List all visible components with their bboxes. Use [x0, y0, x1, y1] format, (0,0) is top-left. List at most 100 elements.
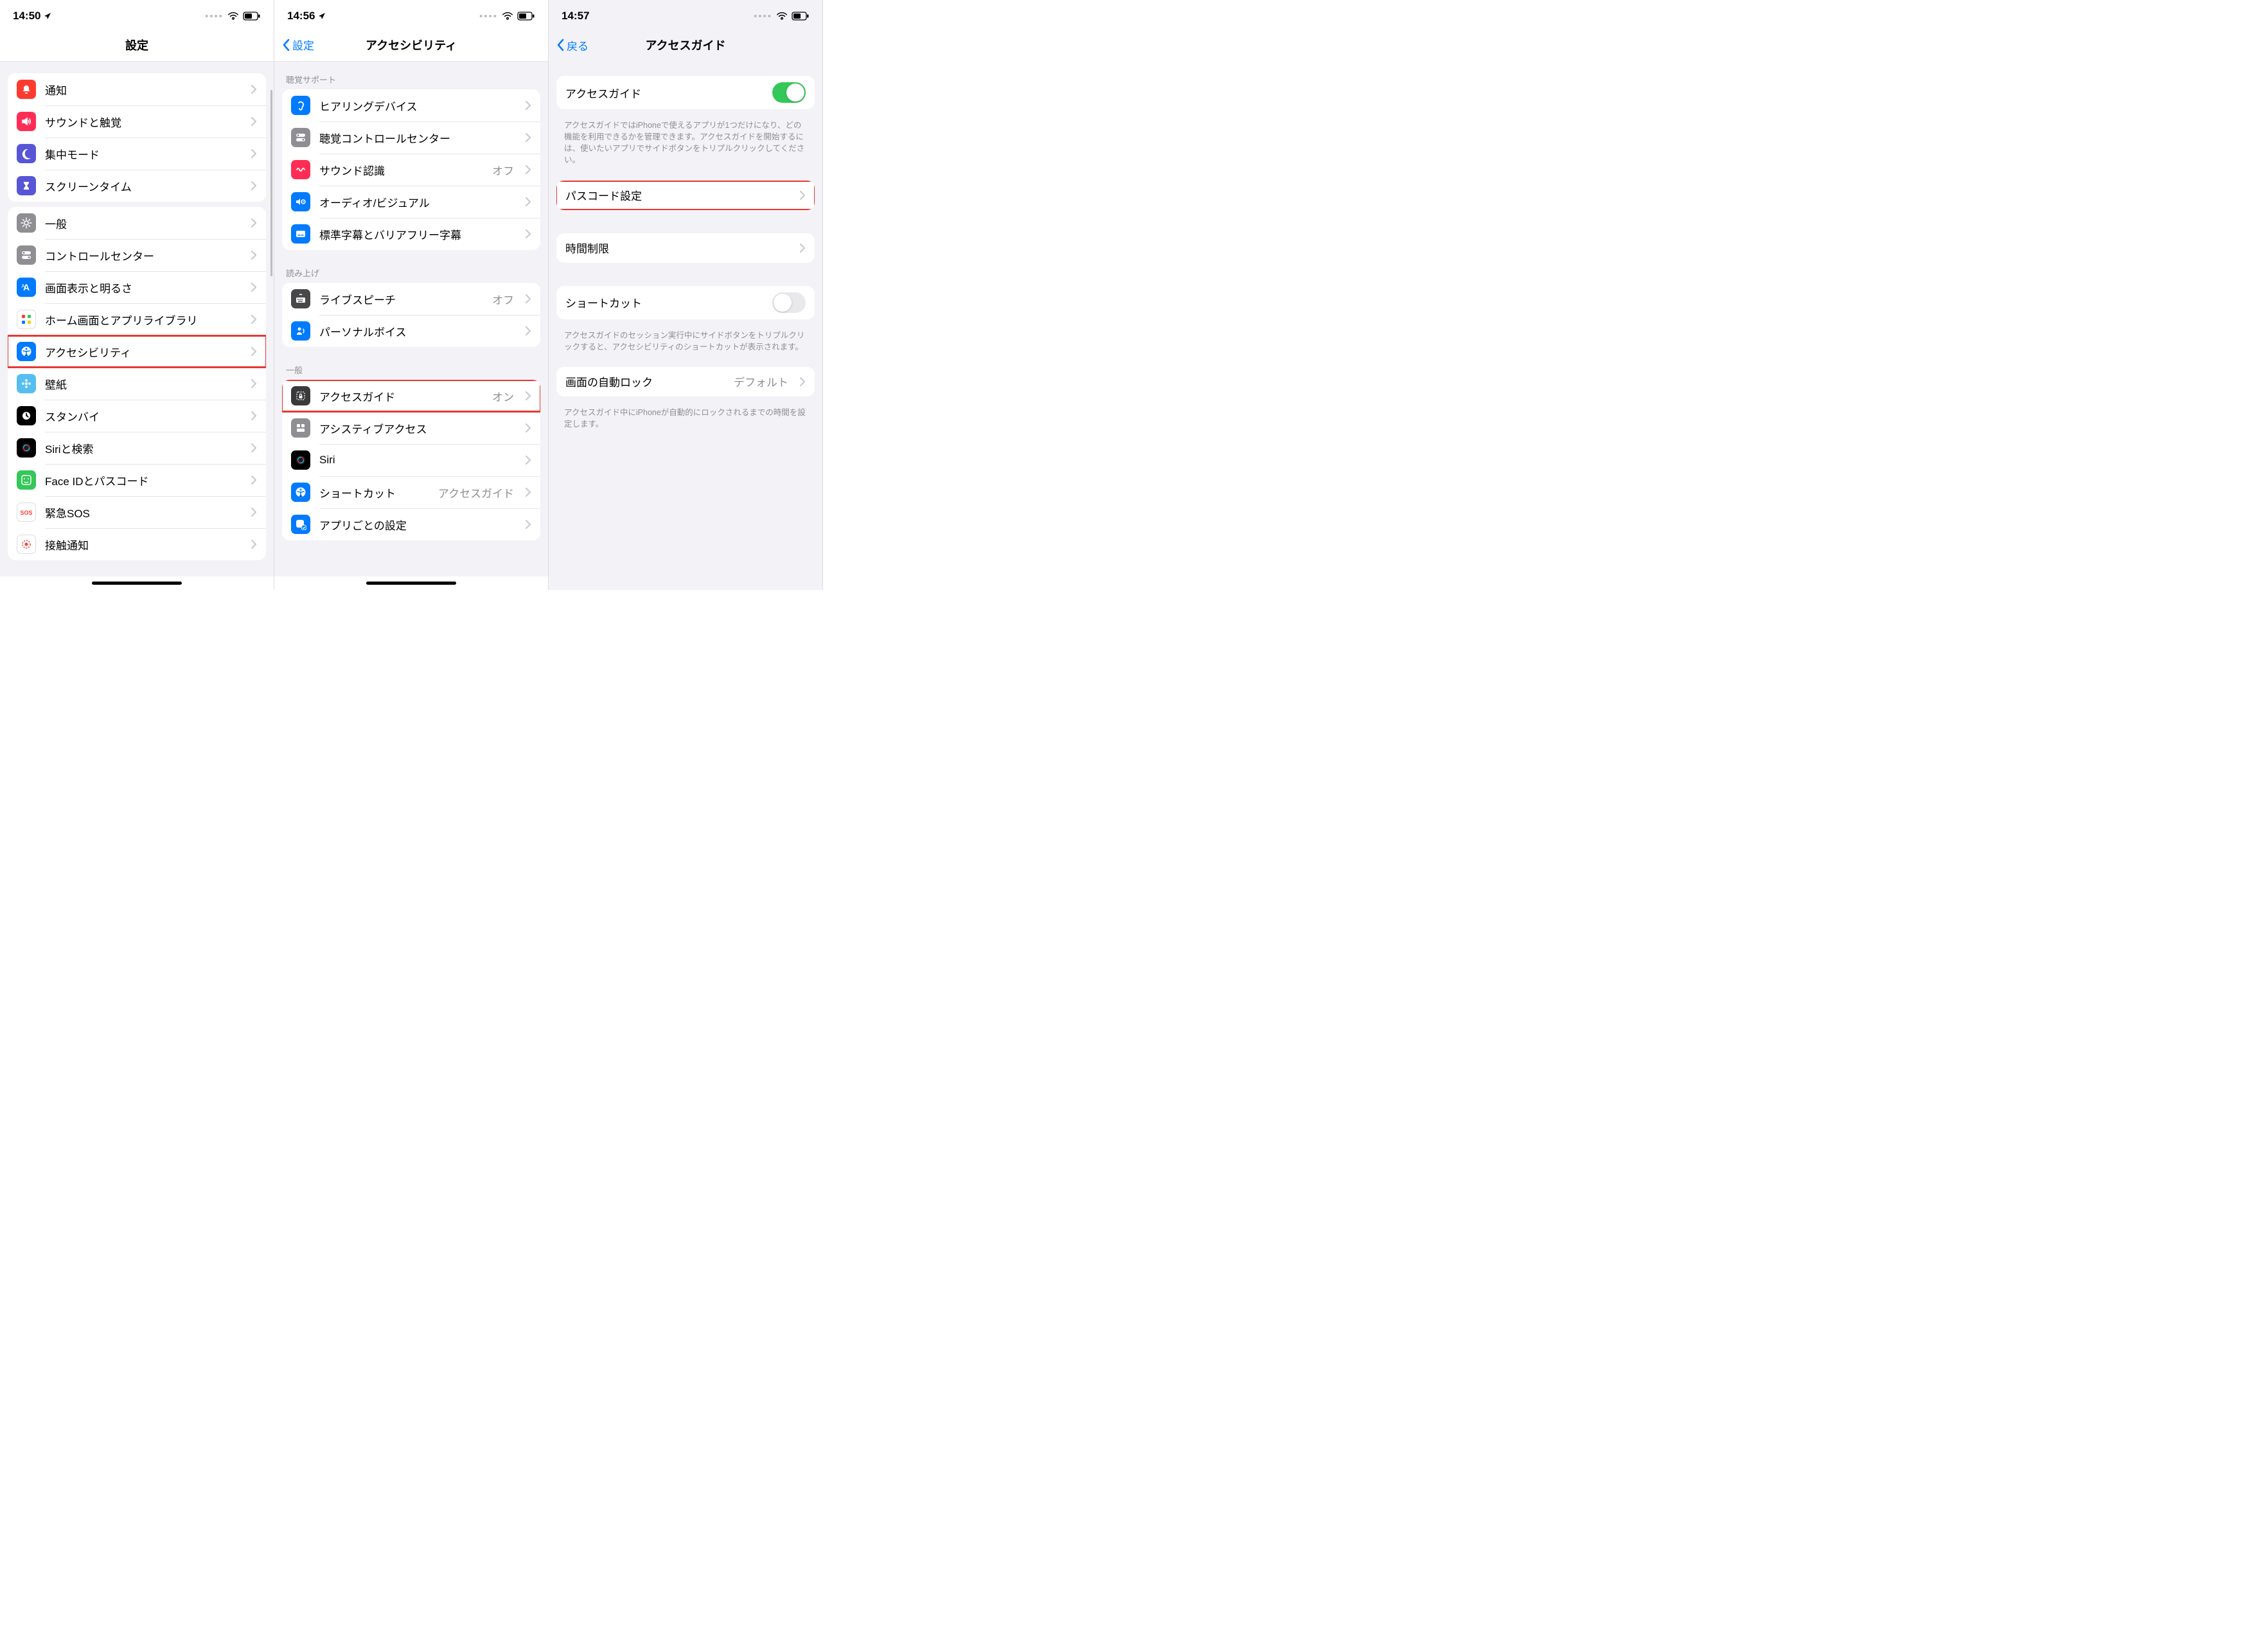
moon-icon — [17, 144, 36, 163]
settings-group: 通知サウンドと触覚集中モードスクリーンタイム — [8, 73, 266, 202]
row-label: アクセシビリティ — [45, 344, 242, 360]
settings-row[interactable]: アクセシビリティ — [8, 335, 266, 368]
row-label: 標準字幕とバリアフリー字幕 — [319, 226, 517, 242]
chevron-right-icon — [526, 229, 531, 238]
chevron-right-icon — [251, 508, 257, 517]
content-scroll[interactable]: 聴覚サポートヒアリングデバイス聴覚コントロールセンターサウンド認識オフオーディオ… — [274, 62, 548, 576]
row-label: ショートカット — [319, 485, 429, 501]
settings-row[interactable]: パーソナルボイス — [282, 315, 540, 347]
row-label: ショートカット — [565, 294, 763, 310]
settings-row[interactable]: ホーム画面とアプリライブラリ — [8, 303, 266, 335]
exposure-icon — [17, 535, 36, 554]
settings-row[interactable]: 標準字幕とバリアフリー字幕 — [282, 218, 540, 250]
settings-row[interactable]: サウンドと触覚 — [8, 105, 266, 138]
row-label: Siriと検索 — [45, 440, 242, 456]
toggle-switch[interactable] — [772, 82, 806, 103]
settings-row[interactable]: 聴覚コントロールセンター — [282, 121, 540, 154]
status-time: 14:50 — [13, 10, 40, 22]
settings-row[interactable]: ショートカットアクセスガイド — [282, 476, 540, 508]
settings-row[interactable]: 通知 — [8, 73, 266, 105]
chevron-right-icon — [800, 191, 806, 200]
page-title: 設定 — [125, 37, 148, 53]
row-label: ライブスピーチ — [319, 291, 483, 307]
home-indicator[interactable] — [92, 582, 182, 585]
settings-row[interactable]: Face IDとパスコード — [8, 464, 266, 496]
row-label: Siri — [319, 454, 517, 467]
settings-group: 一般コントロールセンターAA画面表示と明るさホーム画面とアプリライブラリアクセシ… — [8, 207, 266, 560]
brightness-icon: AA — [17, 278, 36, 297]
wifi-icon — [502, 12, 513, 21]
row-label: 壁紙 — [45, 376, 242, 392]
section-footer: アクセスガイドではiPhoneで使えるアプリが1つだけになり、どの機能を利用でき… — [549, 114, 822, 175]
settings-row[interactable]: ショートカット — [556, 286, 815, 319]
settings-row[interactable]: SOS緊急SOS — [8, 496, 266, 528]
settings-row[interactable]: アシスティブアクセス — [282, 412, 540, 444]
settings-row[interactable]: アプリごとの設定 — [282, 508, 540, 540]
bell-icon — [17, 80, 36, 99]
settings-row[interactable]: コントロールセンター — [8, 239, 266, 271]
back-button[interactable]: 設定 — [282, 37, 314, 53]
chevron-right-icon — [251, 149, 257, 158]
section-header: 一般 — [274, 352, 548, 380]
row-label: パーソナルボイス — [319, 323, 517, 339]
status-time: 14:57 — [562, 10, 589, 22]
chevron-right-icon — [526, 165, 531, 174]
chevron-right-icon — [251, 315, 257, 324]
chevron-right-icon — [526, 294, 531, 303]
settings-row[interactable]: スクリーンタイム — [8, 170, 266, 202]
settings-row[interactable]: オーディオ/ビジュアル — [282, 186, 540, 218]
page-title: アクセシビリティ — [366, 37, 457, 53]
row-label: スクリーンタイム — [45, 178, 242, 194]
wifi-icon — [776, 12, 788, 21]
chevron-right-icon — [251, 411, 257, 420]
settings-row[interactable]: 画面の自動ロックデフォルト — [556, 367, 815, 396]
settings-row[interactable]: 集中モード — [8, 138, 266, 170]
chevron-right-icon — [526, 456, 531, 465]
row-label: 時間制限 — [565, 240, 791, 256]
content-scroll[interactable]: 通知サウンドと触覚集中モードスクリーンタイム一般コントロールセンターAA画面表示… — [0, 62, 274, 576]
home-indicator[interactable] — [366, 582, 456, 585]
row-value: オン — [492, 388, 514, 404]
status-bar: 14:50 •••• — [0, 0, 274, 30]
scrollbar[interactable] — [270, 90, 272, 276]
row-label: スタンバイ — [45, 408, 242, 424]
wifi-icon — [227, 12, 239, 21]
chevron-right-icon — [251, 476, 257, 485]
settings-row[interactable]: アクセスガイドオン — [282, 380, 540, 412]
row-label: パスコード設定 — [565, 187, 791, 203]
back-button[interactable]: 戻る — [556, 37, 589, 53]
flower-icon — [17, 374, 36, 393]
chevron-right-icon — [526, 423, 531, 432]
settings-row[interactable]: Siriと検索 — [8, 432, 266, 464]
screen-guided-access: 14:57 •••• 戻る アクセスガイド アクセスガイドアクセスガイドではiP… — [549, 0, 823, 590]
settings-row[interactable]: ライブスピーチオフ — [282, 283, 540, 315]
settings-row[interactable]: スタンバイ — [8, 400, 266, 432]
settings-group: アクセスガイドオンアシスティブアクセス Siri ショートカットアクセスガイドアプリ… — [282, 380, 540, 540]
settings-row[interactable]: Siri — [282, 444, 540, 476]
row-label: 通知 — [45, 82, 242, 98]
row-label: 緊急SOS — [45, 504, 242, 520]
settings-row[interactable]: 時間制限 — [556, 233, 815, 263]
settings-row[interactable]: 一般 — [8, 207, 266, 239]
settings-row[interactable]: AA画面表示と明るさ — [8, 271, 266, 303]
chevron-right-icon — [800, 377, 806, 386]
location-icon — [317, 12, 326, 21]
siri-icon — [17, 438, 36, 458]
speaker-icon — [17, 112, 36, 131]
accessibility-icon — [17, 342, 36, 361]
settings-row[interactable]: アクセスガイド — [556, 76, 815, 109]
settings-row[interactable]: ヒアリングデバイス — [282, 89, 540, 121]
content-scroll[interactable]: アクセスガイドアクセスガイドではiPhoneで使えるアプリが1つだけになり、どの… — [549, 62, 822, 590]
row-value: オフ — [492, 162, 514, 178]
settings-row[interactable]: 接触通知 — [8, 528, 266, 560]
chevron-right-icon — [251, 443, 257, 452]
settings-row[interactable]: 壁紙 — [8, 368, 266, 400]
chevron-right-icon — [251, 379, 257, 388]
back-label: 戻る — [567, 37, 589, 53]
settings-row[interactable]: パスコード設定 — [556, 181, 815, 210]
settings-group: ショートカット — [556, 286, 815, 319]
chevron-right-icon — [251, 218, 257, 227]
settings-row[interactable]: サウンド認識オフ — [282, 154, 540, 186]
lock-dashed-icon — [291, 386, 310, 405]
toggle-switch[interactable] — [772, 292, 806, 313]
